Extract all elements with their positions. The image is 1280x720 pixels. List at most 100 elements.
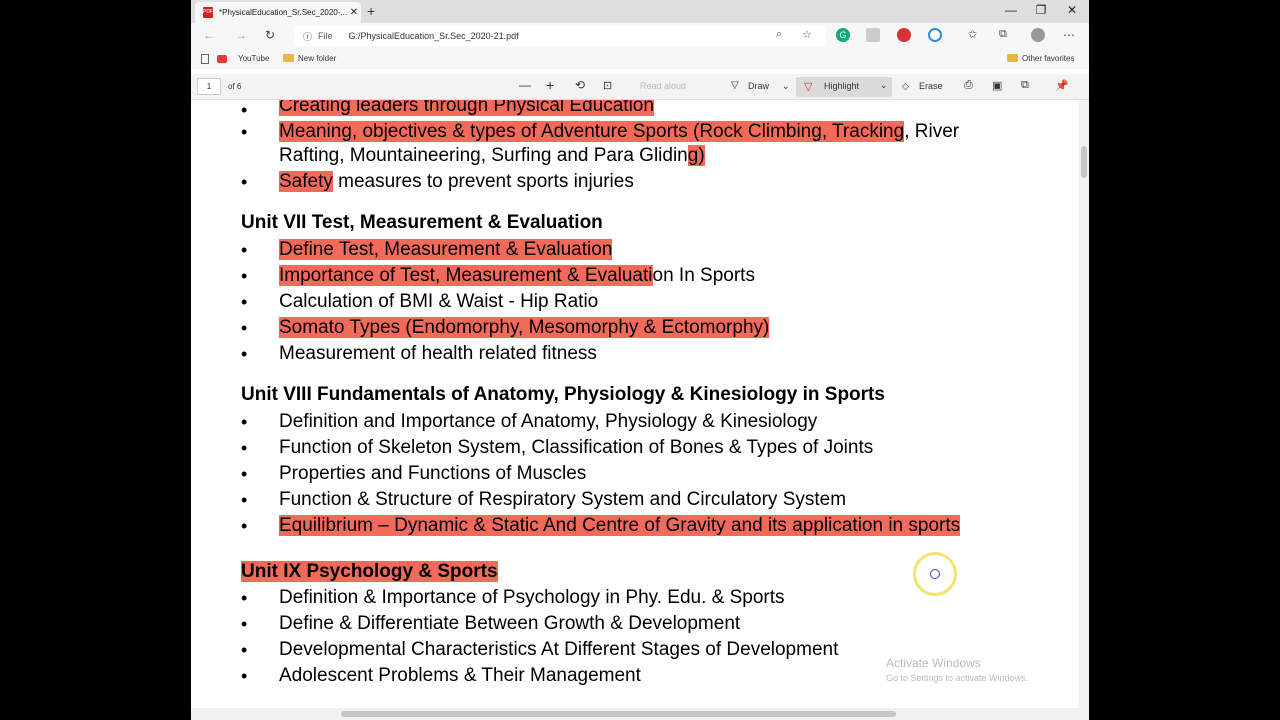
forward-icon[interactable]: →	[235, 28, 247, 42]
avatar[interactable]	[1031, 28, 1045, 42]
pin-icon[interactable]: 📌	[1055, 79, 1069, 92]
folder-icon	[283, 54, 294, 62]
list-item: Importance of Test, Measurement & Evalua…	[279, 265, 755, 286]
other-favorites[interactable]: Other favorites	[1007, 54, 1074, 63]
list-item: Function & Structure of Respiratory Syst…	[279, 489, 847, 510]
rotate-icon[interactable]: ⟲	[575, 78, 585, 92]
extension-record-icon[interactable]	[897, 28, 911, 42]
horizontal-scrollbar[interactable]	[191, 708, 1089, 720]
save-as-icon[interactable]: ⧉	[1021, 79, 1029, 92]
list-item: Define Test, Measurement & Evaluation	[279, 239, 613, 260]
draw-button[interactable]: Draw	[748, 81, 769, 91]
address-bar-row: ← → ↻ ⓘ File G:/PhysicalEducation_Sr.Sec…	[191, 23, 1089, 49]
screencast-watermark: RECORDED WITH SCREENCAST MATIC	[202, 679, 364, 703]
close-tab-icon[interactable]: ✕	[347, 7, 361, 18]
back-icon[interactable]: ←	[203, 28, 215, 42]
list-item: Calculation of BMI & Waist - Hip Ratio	[279, 291, 599, 312]
bullet: •	[241, 318, 248, 338]
list-item: Creating leaders through Physical Educat…	[279, 100, 654, 118]
favorite-youtube[interactable]: YouTube	[238, 54, 269, 63]
activate-windows-watermark: Activate Windows Go to Settings to activ…	[886, 656, 1029, 683]
list-item: Safety measures to prevent sports injuri…	[279, 171, 634, 192]
collections-icon[interactable]: ⧉	[999, 28, 1007, 41]
pdf-toolbar: 1 of 6 — + ⟲ ⊡ Read aloud ▽ Draw ⌄ ▽ Hig…	[191, 74, 1089, 100]
tab-bar: PDF *PhysicalEducation_Sr.Sec_2020-... ✕…	[191, 0, 1089, 23]
youtube-icon	[217, 55, 227, 63]
list-item: Meaning, objectives & types of Adventure…	[279, 121, 960, 142]
star-icon[interactable]: ☆	[802, 28, 812, 41]
fit-page-icon[interactable]: ⊡	[603, 79, 612, 92]
unit-heading: Unit VIII Fundamentals of Anatomy, Physi…	[241, 384, 885, 405]
favorites-icon[interactable]: ✩	[968, 28, 977, 41]
highlight-dropdown-icon[interactable]: ⌄	[880, 80, 888, 91]
extension-color-icon[interactable]	[928, 28, 942, 42]
highlight-button[interactable]: ▽ Highlight ⌄	[796, 77, 892, 97]
list-item: Developmental Characteristics At Differe…	[279, 639, 839, 660]
bullet: •	[241, 292, 248, 312]
list-item: Equilibrium – Dynamic & Static And Centr…	[279, 515, 961, 536]
bullet: •	[241, 640, 248, 660]
list-item: Measurement of health related fitness	[279, 343, 597, 364]
bullet: •	[241, 344, 248, 364]
pdf-page: • Creating leaders through Physical Educ…	[191, 100, 1081, 708]
read-aloud-button[interactable]: Read aloud	[640, 81, 686, 91]
pdf-icon: PDF	[203, 7, 213, 18]
list-item-continued: Rafting, Mountaineering, Surfing and Par…	[279, 145, 705, 166]
list-item: Properties and Functions of Muscles	[279, 463, 587, 484]
favorites-bar: YouTube New folder Other favorites	[191, 49, 1089, 69]
list-item: Somato Types (Endomorphy, Mesomorphy & E…	[279, 317, 770, 338]
scrollbar-thumb[interactable]	[341, 711, 896, 717]
list-item: Define & Differentiate Between Growth & …	[279, 613, 741, 634]
extension-icon[interactable]	[866, 28, 880, 42]
vertical-scrollbar[interactable]	[1079, 100, 1089, 708]
zoom-in-icon[interactable]: +	[546, 77, 554, 93]
bullet: •	[241, 614, 248, 634]
bullet: •	[241, 240, 248, 260]
save-icon[interactable]: ▣	[992, 79, 1002, 92]
file-label: File	[318, 31, 333, 41]
draw-dropdown-icon[interactable]: ⌄	[782, 81, 790, 92]
new-tab-button[interactable]: +	[367, 3, 375, 19]
grammarly-icon[interactable]: G	[836, 28, 850, 42]
zoom-icon[interactable]: ⌕	[776, 28, 782, 41]
restore-icon[interactable]: ❐	[1026, 3, 1056, 17]
url-input[interactable]: ⓘ File G:/PhysicalEducation_Sr.Sec_2020-…	[295, 26, 825, 46]
close-window-icon[interactable]: ✕	[1057, 3, 1087, 17]
minimize-icon[interactable]: —	[996, 3, 1026, 17]
url-text: G:/PhysicalEducation_Sr.Sec_2020-21.pdf	[348, 31, 519, 41]
unit-heading: Unit IX Psychology & Sports	[241, 561, 498, 582]
bullet: •	[241, 438, 248, 458]
more-icon[interactable]: ⋯	[1063, 28, 1075, 42]
tab-title: *PhysicalEducation_Sr.Sec_2020-...	[219, 8, 347, 17]
screencast-logo-icon	[301, 687, 318, 703]
folder-icon	[1007, 54, 1018, 62]
page-number-input[interactable]: 1	[197, 78, 221, 95]
list-item: Function of Skeleton System, Classificat…	[279, 437, 874, 458]
bullet: •	[241, 588, 248, 608]
scrollbar-thumb[interactable]	[1081, 146, 1087, 178]
refresh-icon[interactable]: ↻	[265, 28, 275, 42]
bullet: •	[241, 516, 248, 536]
page-count: of 6	[228, 82, 242, 91]
draw-icon: ▽	[731, 80, 739, 91]
highlight-icon: ▽	[804, 81, 813, 93]
eraser-icon: ◇	[902, 81, 909, 91]
bullet: •	[241, 490, 248, 510]
bullet: •	[241, 122, 248, 142]
cursor-icon	[930, 569, 940, 579]
bullet: •	[241, 172, 248, 192]
browser-window: PDF *PhysicalEducation_Sr.Sec_2020-... ✕…	[191, 0, 1089, 720]
print-icon[interactable]: ⎙	[964, 79, 973, 92]
bullet: •	[241, 464, 248, 484]
favorite-new-folder[interactable]: New folder	[283, 54, 336, 63]
bullet: •	[241, 412, 248, 432]
zoom-out-icon[interactable]: —	[519, 78, 531, 92]
list-item: Definition and Importance of Anatomy, Ph…	[279, 411, 818, 432]
highlight-label: Highlight	[824, 81, 860, 91]
erase-button[interactable]: Erase	[919, 81, 943, 91]
tab-pdf[interactable]: PDF *PhysicalEducation_Sr.Sec_2020-... ✕	[195, 2, 361, 23]
info-icon: ⓘ	[303, 31, 313, 42]
bullet: •	[241, 266, 248, 286]
cursor-click-indicator	[913, 552, 957, 596]
bullet: •	[241, 100, 248, 120]
